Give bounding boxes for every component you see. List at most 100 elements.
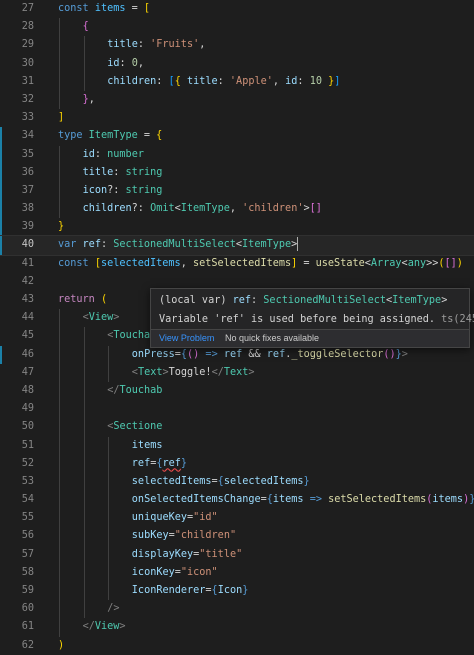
code-token: ref	[223, 348, 243, 360]
code-token: useState	[315, 257, 365, 269]
indent-guide	[83, 327, 85, 346]
code-text: },	[83, 91, 95, 109]
code-token: }	[58, 221, 65, 233]
code-line[interactable]: 37 icon?: string	[0, 181, 474, 201]
line-number: 38	[21, 203, 34, 215]
code-token: selectedItems	[223, 475, 304, 487]
line-number: 62	[21, 639, 34, 651]
line-number: 34	[21, 130, 34, 142]
code-token: 10	[309, 75, 322, 87]
indent-guide	[108, 545, 110, 564]
code-line[interactable]: 29 title: 'Fruits',	[0, 36, 474, 55]
code-token: ref	[131, 457, 151, 469]
code-token: &&	[242, 348, 267, 360]
code-token: ]	[58, 112, 65, 124]
line-number: 37	[21, 184, 34, 196]
line-number: 58	[21, 566, 34, 578]
line-number: 59	[21, 585, 34, 596]
code-line[interactable]: 47 <Text>Toggle!</Text>	[0, 363, 474, 382]
code-text: title: 'Fruits',	[107, 36, 205, 54]
code-token: :	[113, 166, 126, 178]
code-token: items	[432, 494, 464, 506]
code-token: items	[94, 3, 126, 14]
code-token: }	[242, 585, 249, 596]
indent-guide	[59, 181, 60, 201]
indent-guide	[59, 363, 60, 382]
code-line[interactable]: 48 </Touchab	[0, 381, 474, 401]
code-text: title: string	[83, 164, 163, 182]
code-token: []	[444, 257, 457, 269]
code-line[interactable]: 53 selectedItems={selectedItems}	[0, 472, 474, 492]
line-number: 39	[21, 221, 34, 233]
line-number: 35	[21, 148, 34, 160]
code-line[interactable]: 54 onSelectedItemsChange={items => setSel…	[0, 491, 474, 510]
indent-guide	[83, 436, 85, 455]
indent-guide	[83, 509, 85, 528]
hover-signature: (local var) ref: SectionedMultiSelect<It…	[159, 292, 447, 310]
code-line[interactable]: 41 const [selectedItems, setSelectedItems…	[0, 255, 474, 273]
code-line[interactable]: 58 iconKey="icon"	[0, 563, 474, 582]
code-token: title	[186, 75, 218, 87]
code-line[interactable]: 33]	[0, 109, 474, 127]
hover-message-line: Variable 'ref' is used before being assi…	[159, 311, 474, 329]
line-number: 45	[21, 330, 34, 342]
line-number: 53	[21, 475, 34, 487]
code-line[interactable]: 62)	[0, 637, 474, 655]
code-line[interactable]: 46 onPress={() => ref && ref._toggleSelec…	[0, 345, 474, 364]
code-line[interactable]: 60 />	[0, 600, 474, 619]
code-line[interactable]: 38 children?: Omit<ItemType, 'children'>[…	[0, 200, 474, 219]
code-token: >	[248, 366, 255, 378]
hover-actions: View Problem No quick fixes available	[151, 329, 469, 347]
line-number: 46	[21, 348, 34, 360]
code-line[interactable]: 36 title: string	[0, 163, 474, 182]
code-line[interactable]: 40 var ref: SectionedMultiSelect<ItemType…	[0, 235, 474, 256]
code-line[interactable]: 55 uniqueKey="id"	[0, 509, 474, 528]
hover-tooltip: (local var) ref: SectionedMultiSelect<It…	[150, 288, 474, 348]
code-line[interactable]: 31 children: [{ title: 'Apple', id: 10 }]	[0, 72, 474, 91]
line-number: 49	[21, 403, 34, 415]
code-line[interactable]: 50 <Sectione	[0, 418, 474, 437]
line-number: 55	[21, 512, 34, 524]
code-line[interactable]: 59 IconRenderer={Icon}	[0, 582, 474, 601]
indent-guide	[108, 363, 110, 382]
line-number: 31	[21, 75, 34, 87]
code-line[interactable]: 32},	[0, 90, 474, 110]
code-token: return	[58, 294, 101, 305]
code-token: >	[119, 621, 126, 633]
code-token: </	[82, 621, 95, 633]
indent-guide	[59, 345, 60, 364]
code-line[interactable]: 39}	[0, 218, 474, 237]
indent-guide	[59, 600, 60, 619]
code-line[interactable]: 57 displayKey="title"	[0, 545, 474, 564]
code-line[interactable]: 49	[0, 400, 474, 419]
code-line[interactable]: 34 type ItemType = {	[0, 127, 474, 146]
code-token: ref	[82, 239, 101, 251]
code-text: type ItemType = {	[58, 127, 162, 145]
code-line[interactable]: 56 subKey="children"	[0, 527, 474, 546]
code-token: }	[180, 457, 188, 469]
code-text: id: 0,	[107, 55, 144, 73]
code-editor[interactable]: 27 const items = [28{29 title: 'Fruits', 30…	[0, 0, 474, 651]
view-problem-link[interactable]: View Problem	[159, 330, 214, 347]
code-token: ref	[266, 348, 286, 360]
code-line[interactable]: 35 id: number	[0, 145, 474, 164]
code-token: Icon	[217, 585, 243, 596]
code-token: type	[58, 130, 89, 142]
code-token: =	[297, 257, 316, 269]
code-token: )	[58, 639, 65, 651]
code-line[interactable]: 28 {	[0, 18, 474, 37]
code-token: Touchab	[119, 384, 163, 396]
code-text: ref={ref}	[132, 455, 187, 473]
code-line[interactable]: 27 const items = [	[0, 0, 474, 18]
code-token: items	[131, 439, 163, 451]
indent-guide	[59, 491, 60, 510]
code-line[interactable]: 61 </View>	[0, 618, 474, 637]
code-token: {	[82, 21, 89, 33]
code-line[interactable]: 51 items	[0, 436, 474, 455]
indent-guide	[83, 72, 85, 91]
indent-guide	[59, 527, 60, 546]
code-line[interactable]: 30 id: 0,	[0, 54, 474, 73]
indent-guide	[83, 400, 85, 419]
code-line[interactable]: 52 ref={ref}	[0, 454, 474, 473]
code-token: number	[107, 148, 144, 160]
